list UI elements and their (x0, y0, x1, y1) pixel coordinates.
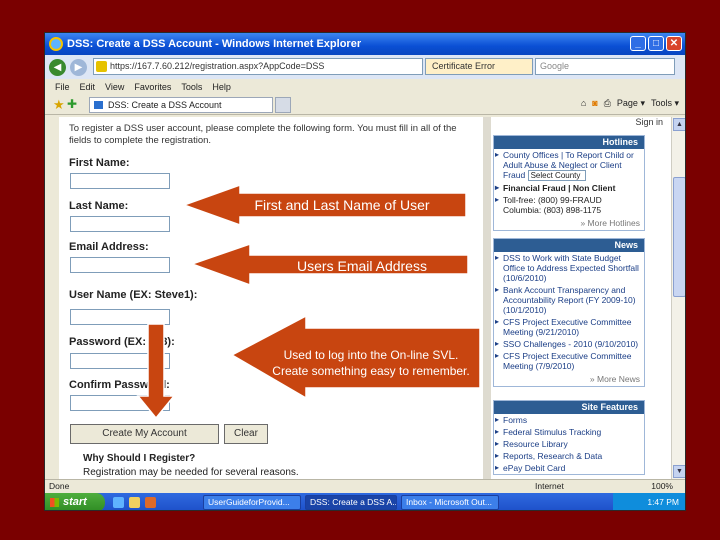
password-callout-line1: Used to log into the On-line SVL. (283, 348, 459, 362)
password-callout-text: Used to log into the On-line SVL. Create… (264, 347, 478, 379)
password-callout-line2: Create something easy to remember. (272, 364, 470, 378)
email-callout-text: Users Email Address (297, 258, 427, 274)
name-callout-text: First and Last Name of User (254, 197, 430, 213)
create-account-down-arrow (136, 323, 176, 420)
